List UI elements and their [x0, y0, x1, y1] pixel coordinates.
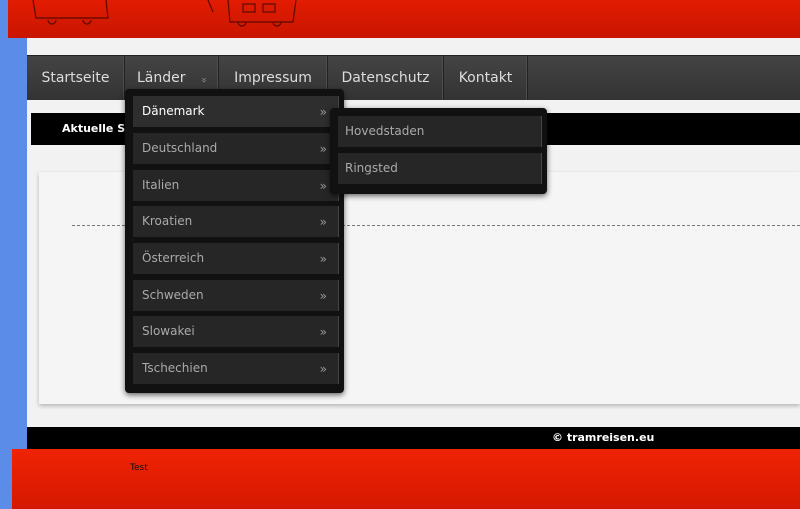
header-banner — [8, 0, 800, 38]
dropdown-item-label: Österreich — [142, 251, 205, 265]
chevron-right-icon: » — [319, 362, 327, 376]
chevron-right-icon: » — [319, 289, 327, 303]
nav-item-datenschutz[interactable]: Datenschutz — [328, 56, 444, 100]
dropdown-item-tschechien[interactable]: Tschechien » — [133, 353, 339, 384]
dropdown-item-schweden[interactable]: Schweden » — [133, 280, 339, 311]
submenu-item-label: Hovedstaden — [345, 124, 425, 138]
chevron-right-icon: » — [319, 252, 327, 266]
dropdown-item-label: Kroatien — [142, 214, 193, 228]
chevron-right-icon: » — [319, 179, 327, 193]
dropdown-item-kroatien[interactable]: Kroatien » — [133, 206, 339, 237]
daenemark-submenu: Hovedstaden Ringsted — [330, 108, 547, 194]
footer-test-label: Test — [130, 463, 148, 473]
breadcrumb-label: Aktuelle Se — [62, 122, 133, 135]
dropdown-item-slowakei[interactable]: Slowakei » — [133, 316, 339, 347]
dropdown-item-label: Slowakei — [142, 324, 195, 338]
laender-dropdown-menu: Dänemark » Deutschland » Italien » Kroat… — [125, 89, 344, 393]
submenu-item-ringsted[interactable]: Ringsted — [338, 153, 542, 184]
dropdown-item-label: Italien — [142, 178, 180, 192]
chevron-right-icon: » — [319, 215, 327, 229]
nav-item-laender-label: Länder — [136, 70, 186, 86]
copyright-text: © tramreisen.eu — [552, 431, 655, 444]
chevron-right-icon: » — [319, 325, 327, 339]
chevron-right-icon: » — [319, 105, 327, 119]
dropdown-item-oesterreich[interactable]: Österreich » — [133, 243, 339, 274]
submenu-item-hovedstaden[interactable]: Hovedstaden — [338, 116, 542, 147]
dropdown-item-italien[interactable]: Italien » — [133, 170, 339, 201]
footer-banner: Test — [12, 449, 800, 509]
dropdown-item-deutschland[interactable]: Deutschland » — [133, 133, 339, 164]
nav-item-startseite[interactable]: Startseite — [27, 56, 125, 100]
dropdown-item-label: Schweden — [142, 288, 204, 302]
dropdown-item-label: Tschechien — [142, 361, 208, 375]
dropdown-item-label: Deutschland — [142, 141, 218, 155]
dropdown-item-label: Dänemark — [142, 104, 205, 118]
tram-illustration-icon — [32, 0, 297, 27]
dropdown-item-daenemark[interactable]: Dänemark » — [133, 96, 339, 127]
nav-item-kontakt[interactable]: Kontakt — [444, 56, 528, 100]
chevron-right-icon: » — [319, 142, 327, 156]
footer-bar: © tramreisen.eu — [27, 427, 800, 449]
submenu-item-label: Ringsted — [345, 161, 398, 175]
